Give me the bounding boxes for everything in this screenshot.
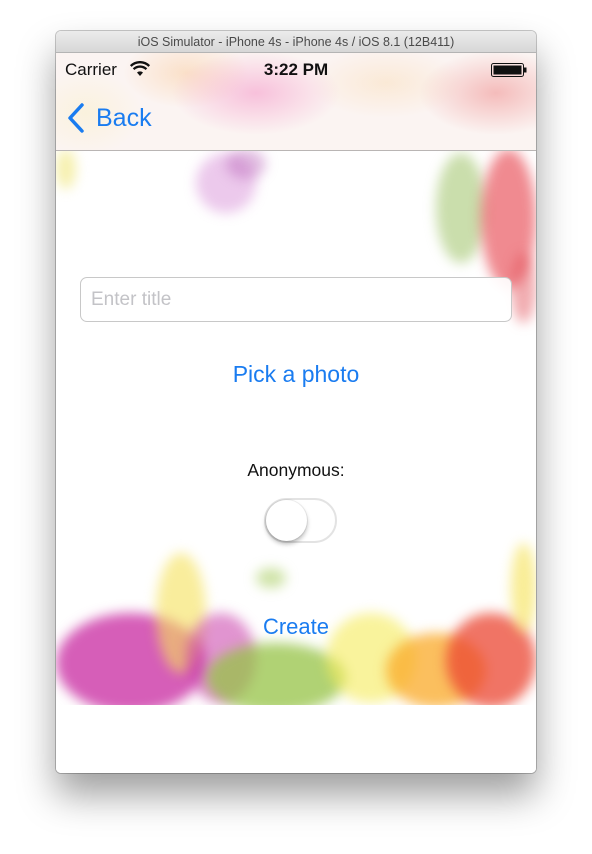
- device-screen: Carrier 3:22 PM Back Enter title Pick a …: [56, 53, 536, 773]
- simulator-window: iOS Simulator - iPhone 4s - iPhone 4s / …: [56, 31, 536, 773]
- anonymous-label: Anonymous:: [247, 460, 345, 480]
- status-bar: Carrier 3:22 PM: [56, 53, 536, 87]
- navigation-bar: Carrier 3:22 PM Back: [56, 53, 536, 151]
- back-button[interactable]: Back: [66, 101, 152, 135]
- pick-photo-button[interactable]: Pick a photo: [56, 361, 536, 388]
- create-button[interactable]: Create: [56, 614, 536, 640]
- simulator-title: iOS Simulator - iPhone 4s - iPhone 4s / …: [56, 31, 536, 53]
- desktop-background: iOS Simulator - iPhone 4s - iPhone 4s / …: [0, 0, 592, 854]
- status-time: 3:22 PM: [263, 60, 329, 79]
- toggle-knob: [266, 500, 307, 541]
- anonymous-toggle[interactable]: [264, 498, 337, 543]
- bottom-blank-area: [56, 705, 536, 773]
- back-label: Back: [96, 103, 152, 132]
- chevron-left-icon: [68, 103, 84, 133]
- battery-icon: [491, 63, 527, 77]
- title-input[interactable]: [80, 277, 512, 322]
